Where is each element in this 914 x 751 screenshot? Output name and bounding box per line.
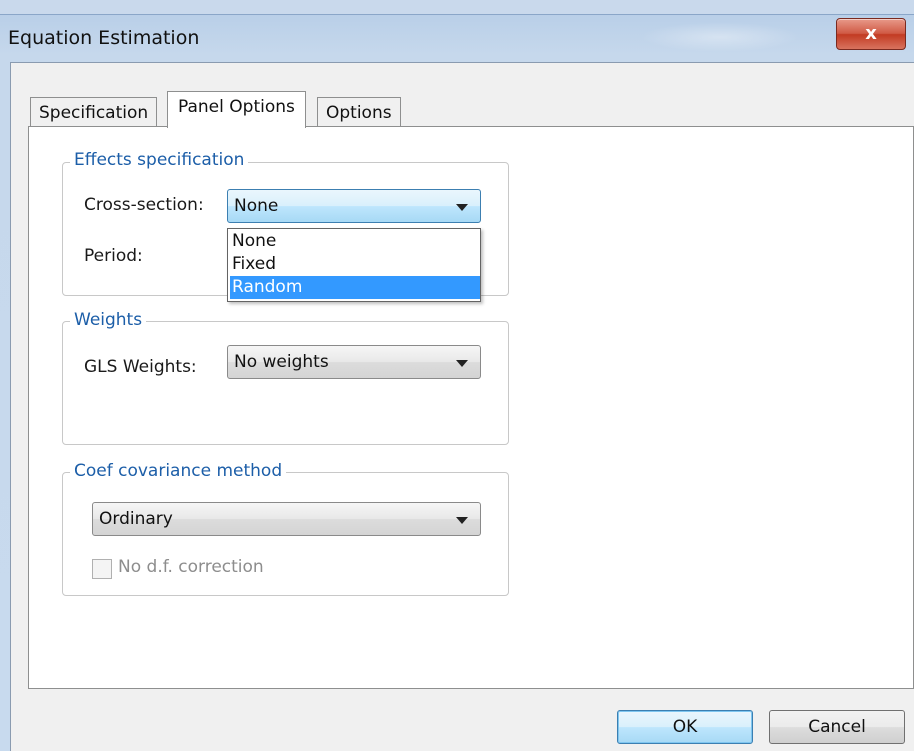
window-title: Equation Estimation <box>8 27 200 49</box>
option-random[interactable]: Random <box>230 276 480 299</box>
tab-panel-options[interactable]: Panel Options <box>167 91 306 128</box>
ok-button[interactable]: OK <box>617 710 753 744</box>
cross-section-select[interactable]: None <box>227 189 481 223</box>
cross-section-label: Cross-section: <box>84 195 204 215</box>
cross-section-dropdown-list: None Fixed Random <box>227 228 481 302</box>
chevron-down-icon <box>456 517 468 524</box>
no-df-correction-checkbox[interactable] <box>92 559 112 579</box>
gls-weights-label: GLS Weights: <box>84 357 197 377</box>
no-df-correction-label: No d.f. correction <box>118 557 264 577</box>
gls-weights-value: No weights <box>234 352 329 372</box>
weights-legend: Weights <box>70 310 147 330</box>
coef-covariance-value: Ordinary <box>99 509 173 529</box>
period-label: Period: <box>84 246 143 266</box>
tab-specification[interactable]: Specification <box>30 97 158 127</box>
cancel-button[interactable]: Cancel <box>769 710 905 744</box>
close-icon: x <box>865 23 877 44</box>
tab-options[interactable]: Options <box>317 97 401 127</box>
coef-covariance-legend: Coef covariance method <box>70 461 287 481</box>
chevron-down-icon <box>456 360 468 367</box>
close-button[interactable]: x <box>836 18 906 50</box>
title-bar-glow <box>640 22 800 52</box>
effects-legend: Effects specification <box>70 150 249 170</box>
option-fixed[interactable]: Fixed <box>230 253 480 276</box>
chevron-down-icon <box>456 204 468 211</box>
gls-weights-select[interactable]: No weights <box>227 345 481 379</box>
cross-section-value: None <box>234 196 279 216</box>
weights-group <box>62 321 509 445</box>
option-none[interactable]: None <box>230 230 480 253</box>
coef-covariance-select[interactable]: Ordinary <box>92 502 481 536</box>
